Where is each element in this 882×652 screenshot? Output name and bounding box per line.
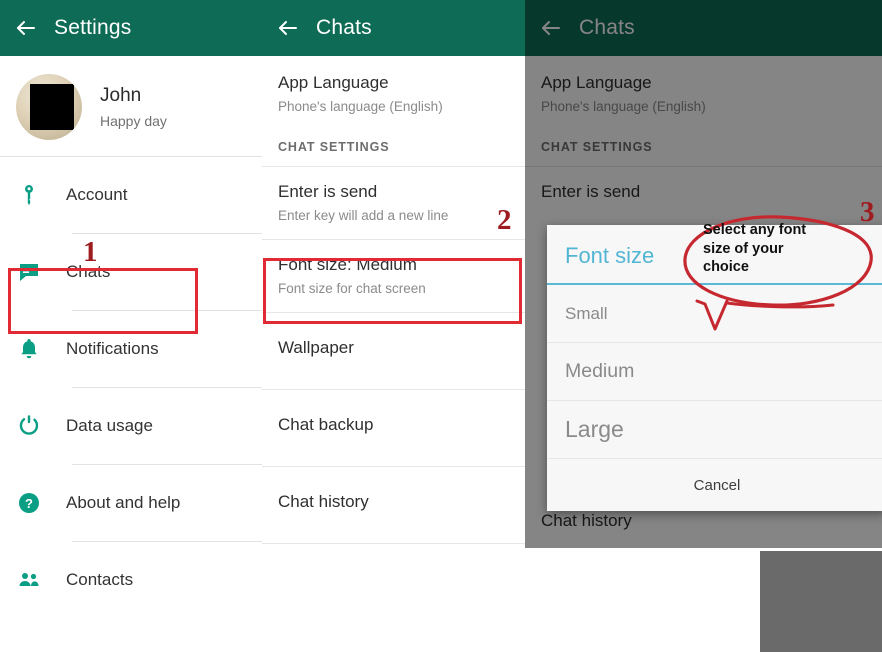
list-item-enter-is-send[interactable]: Enter is send Enter key will add a new l…	[262, 167, 525, 239]
list-item-wallpaper[interactable]: Wallpaper	[262, 313, 525, 389]
divider	[262, 543, 525, 545]
list-item-chat-history[interactable]: Chat history	[262, 467, 525, 543]
page-title: Settings	[54, 16, 132, 39]
sidebar-item-contacts[interactable]: Contacts	[0, 542, 262, 618]
annotation-box-chats	[8, 268, 198, 334]
settings-appbar: Settings	[0, 0, 262, 56]
sidebar-item-label: About and help	[66, 493, 181, 512]
list-item-title: Chat history	[541, 511, 632, 530]
bell-icon	[16, 336, 42, 362]
gray-block	[760, 551, 882, 652]
cancel-button[interactable]: Cancel	[547, 459, 882, 511]
list-item-chat-backup[interactable]: Chat backup	[262, 390, 525, 466]
sidebar-item-label: Contacts	[66, 570, 134, 589]
sidebar-item-account[interactable]: Account	[0, 157, 262, 233]
sidebar-item-label: Account	[66, 185, 128, 204]
data-usage-icon	[16, 413, 42, 439]
list-item-title: App Language	[278, 73, 389, 92]
profile-text: John Happy day	[100, 85, 167, 129]
contacts-icon	[16, 567, 42, 593]
list-item-title: App Language	[541, 73, 652, 92]
list-item-title: Wallpaper	[278, 338, 354, 358]
sidebar-item-about-and-help[interactable]: ? About and help	[0, 465, 262, 541]
list-item-title: Enter is send	[541, 182, 641, 202]
chats-appbar: Chats	[525, 0, 882, 56]
svg-text:?: ?	[25, 496, 33, 511]
profile-row[interactable]: John Happy day	[0, 56, 262, 156]
list-item-subtitle: Enter key will add a new line	[278, 208, 449, 224]
chats-panel: Chats App Language Phone's language (Eng…	[262, 0, 525, 652]
sidebar-item-data-usage[interactable]: Data usage	[0, 388, 262, 464]
sidebar-item-label: Data usage	[66, 416, 153, 435]
sidebar-item-label: Notifications	[66, 339, 159, 358]
list-item-title: Chat backup	[278, 415, 374, 435]
list-item-subtitle: Phone's language (English)	[278, 98, 443, 114]
dialog-option-large[interactable]: Large	[547, 401, 882, 459]
page-title: Chats	[316, 16, 372, 39]
profile-name: John	[100, 85, 142, 106]
list-item-title: Enter is send	[278, 182, 378, 202]
profile-status: Happy day	[100, 113, 167, 129]
chats-appbar: Chats	[262, 0, 525, 56]
avatar-censor-block	[30, 84, 74, 130]
list-item-app-language[interactable]: App Language Phone's language (English)	[525, 56, 882, 126]
key-icon	[16, 182, 42, 208]
list-item-app-language[interactable]: App Language Phone's language (English)	[262, 56, 525, 126]
list-item-subtitle: Phone's language (English)	[541, 98, 706, 114]
section-header-chat-settings: CHAT SETTINGS	[278, 140, 390, 155]
back-arrow-icon[interactable]	[276, 16, 300, 40]
section-header-chat-settings: CHAT SETTINGS	[541, 140, 653, 155]
page-title: Chats	[579, 16, 635, 39]
back-arrow-icon[interactable]	[539, 16, 563, 40]
back-arrow-icon[interactable]	[14, 16, 38, 40]
annotation-box-font-size	[263, 258, 522, 324]
avatar[interactable]	[16, 74, 82, 140]
list-item-title: Chat history	[278, 492, 369, 512]
screenshot-stage: Settings John Happy day Account Chats No…	[0, 0, 882, 652]
question-mark-icon: ?	[16, 490, 42, 516]
annotation-callout-text: Select any font size of your choice	[703, 222, 807, 276]
dialog-option-medium[interactable]: Medium	[547, 343, 882, 401]
